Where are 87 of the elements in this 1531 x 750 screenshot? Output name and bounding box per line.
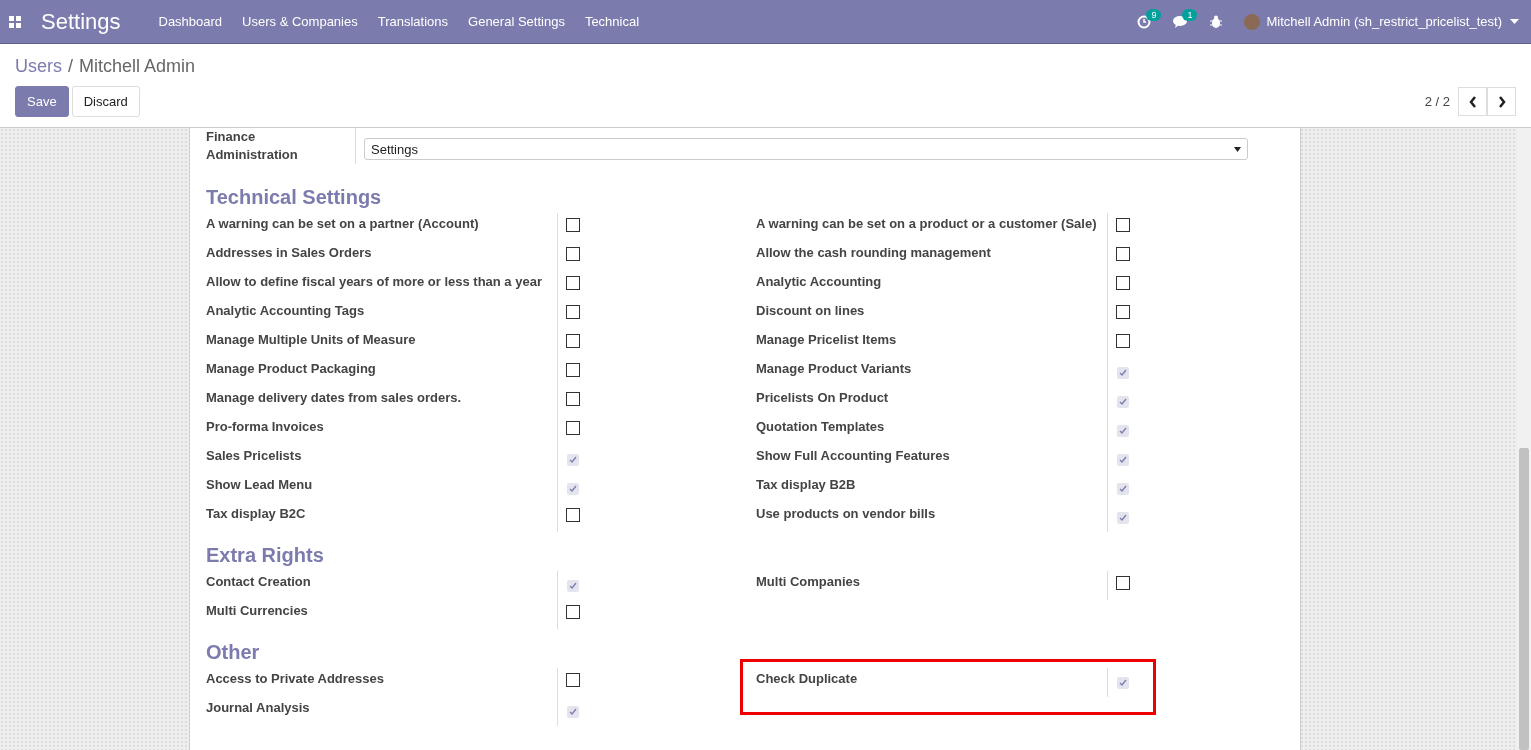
checkbox[interactable] [1117, 512, 1129, 524]
field-label: Manage Multiple Units of Measure [206, 331, 417, 349]
checkbox[interactable] [566, 305, 580, 319]
field-label: Pricelists On Product [756, 389, 890, 407]
breadcrumb-link[interactable]: Users [15, 56, 62, 77]
checkbox[interactable] [567, 454, 579, 466]
checkbox[interactable] [566, 673, 580, 687]
checkbox[interactable] [1116, 218, 1130, 232]
breadcrumb-separator: / [68, 56, 74, 77]
bug-icon[interactable] [1210, 15, 1223, 28]
access-select[interactable]: Settings [364, 138, 1248, 160]
field-label: Show Lead Menu [206, 476, 314, 494]
checkbox[interactable] [566, 247, 580, 261]
checkbox[interactable] [1117, 367, 1129, 379]
checkbox[interactable] [566, 276, 580, 290]
checkbox[interactable] [1116, 334, 1130, 348]
pager-value: 2 / 2 [1424, 94, 1450, 109]
checkbox[interactable] [567, 580, 579, 592]
field-label: Analytic Accounting [756, 273, 883, 291]
chevron-left-icon [1468, 95, 1477, 108]
count-badge: 1 [1182, 9, 1198, 21]
checkbox[interactable] [567, 483, 579, 495]
checkbox[interactable] [1117, 677, 1129, 689]
menu-item[interactable]: Dashboard [148, 14, 233, 29]
user-menu[interactable]: Mitchell Admin (sh_restrict_pricelist_test) [1266, 14, 1502, 29]
field-label: Discount on lines [756, 302, 866, 320]
field-label: Show Full Accounting Features [756, 447, 951, 465]
field-label: Multi Currencies [206, 602, 309, 620]
field-label: Quotation Templates [756, 418, 886, 436]
field-label: Tax display B2B [756, 476, 857, 494]
section-heading: Extra Rights [206, 544, 325, 567]
apps-grid-icon[interactable] [9, 15, 21, 28]
section-heading: Technical Settings [206, 186, 383, 209]
checkbox[interactable] [566, 363, 580, 377]
field-label: A warning can be set on a product or a customer (Sale) [756, 215, 1098, 233]
field-label: Check Duplicate [756, 670, 859, 688]
previous-button[interactable] [1458, 87, 1487, 116]
field-label: Use products on vendor bills [756, 505, 937, 523]
dropdown-caret-icon [1234, 146, 1241, 152]
checkbox[interactable] [1116, 276, 1130, 290]
field-label: Analytic Accounting Tags [206, 302, 366, 320]
field-label: Allow the cash rounding management [756, 244, 992, 262]
clock-icon[interactable] [1137, 14, 1152, 29]
menu-item[interactable]: Technical [574, 14, 650, 29]
count-badge: 9 [1146, 8, 1162, 21]
field-label: Manage Pricelist Items [756, 331, 898, 349]
menu-item[interactable]: Users & Companies [232, 14, 368, 29]
field-label: Pro-forma Invoices [206, 418, 325, 436]
scrollbar-thumb[interactable] [1519, 448, 1529, 750]
checkbox[interactable] [1117, 396, 1129, 408]
field-label: Administration [206, 146, 299, 164]
breadcrumb-current: Mitchell Admin [79, 56, 196, 77]
field-label: Journal Analysis [206, 699, 311, 717]
checkbox[interactable] [566, 508, 580, 522]
checkbox[interactable] [566, 392, 580, 406]
group-label: Finance [206, 128, 257, 146]
caret-icon[interactable] [1510, 19, 1519, 24]
next-button[interactable] [1487, 87, 1516, 116]
chevron-right-icon [1497, 95, 1506, 108]
checkbox[interactable] [566, 334, 580, 348]
checkbox[interactable] [1116, 305, 1130, 319]
field-label: Contact Creation [206, 573, 312, 591]
checkbox[interactable] [566, 605, 580, 619]
checkbox[interactable] [1117, 483, 1129, 495]
checkbox[interactable] [1116, 576, 1130, 590]
discard-button[interactable]: Discard [71, 86, 140, 117]
save-button[interactable]: Save [15, 86, 69, 117]
checkbox[interactable] [1116, 247, 1130, 261]
section-heading: Other [206, 641, 261, 664]
field-label: Manage delivery dates from sales orders. [206, 389, 463, 407]
menu-item[interactable]: Translations [367, 14, 459, 29]
checkbox[interactable] [1117, 425, 1129, 437]
field-label: Multi Companies [756, 573, 861, 591]
field-label: A warning can be set on a partner (Account) [206, 215, 480, 233]
app-title: Settings [41, 8, 121, 35]
checkbox[interactable] [566, 218, 580, 232]
field-label: Access to Private Addresses [206, 670, 385, 688]
field-label: Sales Pricelists [206, 447, 303, 465]
field-label: Allow to define fiscal years of more or less than a year [206, 273, 543, 291]
field-label: Manage Product Variants [756, 360, 913, 378]
checkbox[interactable] [566, 421, 580, 435]
field-label: Tax display B2C [206, 505, 307, 523]
checkbox[interactable] [567, 706, 579, 718]
checkbox[interactable] [1117, 454, 1129, 466]
menu-item[interactable]: General Settings [458, 14, 575, 29]
field-label: Addresses in Sales Orders [206, 244, 373, 262]
field-label: Manage Product Packaging [206, 360, 377, 378]
